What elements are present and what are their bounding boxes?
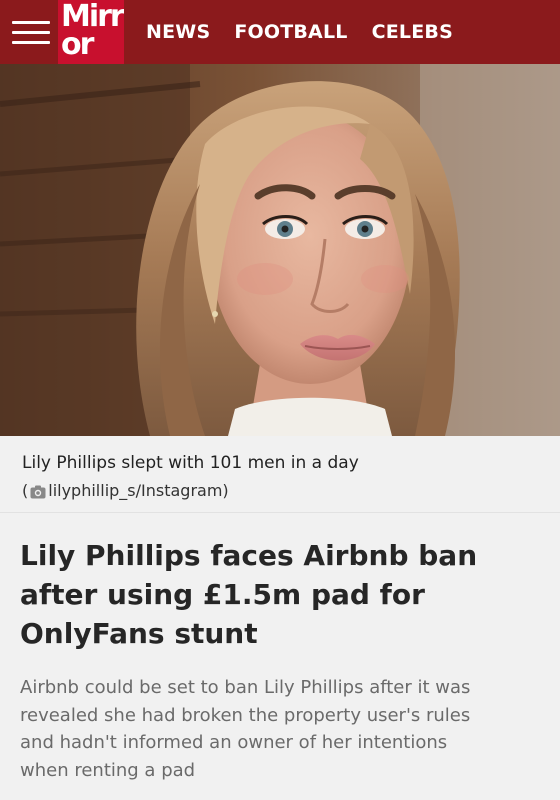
nav-celebs[interactable]: CELEBS (372, 21, 453, 43)
main-nav: NEWS FOOTBALL CELEBS (146, 21, 477, 43)
headline-line: after using £1.5m pad for (20, 578, 425, 611)
article-standfirst: Airbnb could be set to ban Lily Phillips… (20, 674, 545, 784)
caption-credit: ( lilyphillip_s/Instagram) (22, 481, 229, 500)
caption-title: Lily Phillips slept with 101 men in a da… (22, 453, 359, 473)
article-headline[interactable]: Lily Phillips faces Airbnb ban after usi… (20, 536, 540, 653)
credit-text: lilyphillip_s/Instagram) (48, 481, 229, 500)
standfirst-line: when renting a pad (20, 759, 196, 781)
credit-open-paren: ( (22, 481, 29, 500)
hero-image[interactable] (0, 64, 560, 436)
portrait-illustration (0, 64, 560, 436)
site-header: Mirr or NEWS FOOTBALL CELEBS (0, 0, 560, 64)
camera-icon (30, 484, 46, 498)
headline-line: Lily Phillips faces Airbnb ban (20, 539, 478, 572)
standfirst-line: Airbnb could be set to ban Lily Phillips… (20, 677, 471, 698)
image-caption: Lily Phillips slept with 101 men in a da… (0, 436, 560, 512)
standfirst-line: and hadn't informed an owner of her inte… (20, 732, 448, 753)
headline-line: OnlyFans stunt (20, 617, 258, 650)
mirror-logo[interactable]: Mirr or (58, 0, 124, 64)
standfirst-line: revealed she had broken the property use… (20, 704, 471, 726)
hamburger-menu-icon[interactable] (0, 0, 58, 64)
nav-news[interactable]: NEWS (146, 21, 210, 43)
nav-football[interactable]: FOOTBALL (234, 21, 347, 43)
divider (0, 512, 560, 513)
logo-text-bottom: or (61, 27, 94, 62)
